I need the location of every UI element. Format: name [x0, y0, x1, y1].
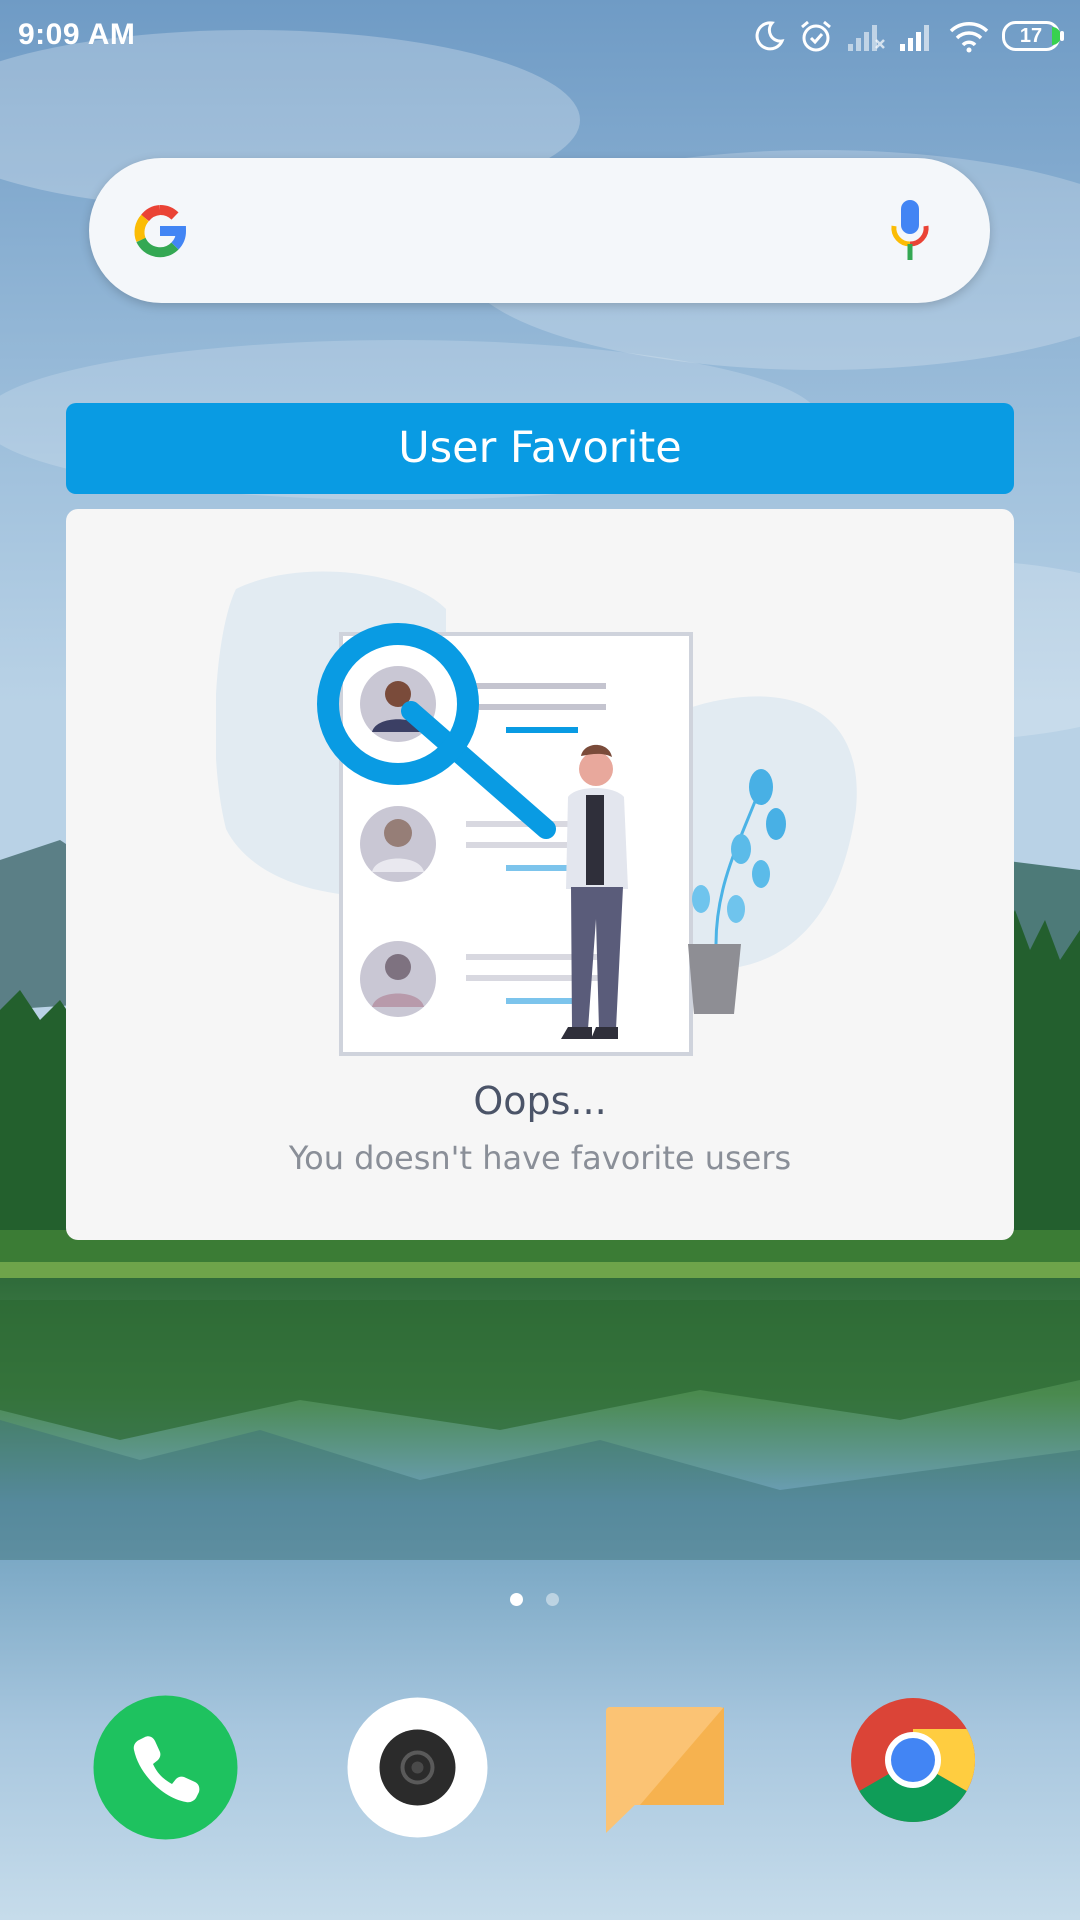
empty-state-message: You doesn't have favorite users [288, 1139, 792, 1177]
moon-icon [755, 21, 785, 51]
alarm-icon [801, 20, 831, 52]
page-dot[interactable] [546, 1593, 559, 1606]
status-bar: 9:09 AM 17 [0, 0, 1080, 72]
empty-state-title: Oops... [473, 1079, 607, 1123]
phone-icon [93, 1695, 238, 1840]
status-time: 9:09 AM [18, 18, 136, 51]
battery-icon: 17 [1002, 21, 1066, 51]
google-logo-icon [134, 205, 186, 258]
camera-icon [347, 1697, 488, 1838]
page-indicator [510, 1593, 559, 1606]
empty-state-illustration [216, 571, 857, 1056]
status-icons: 17 [752, 16, 1066, 56]
signal-off-icon [848, 25, 885, 51]
camera-app[interactable] [345, 1695, 490, 1840]
phone-app[interactable] [93, 1695, 238, 1840]
battery-level: 17 [1019, 25, 1043, 47]
wifi-icon [949, 22, 989, 53]
favorite-widget-card[interactable]: Oops... You doesn't have favorite users [66, 509, 1014, 1240]
google-search-bar[interactable] [89, 158, 990, 303]
favorite-widget-header[interactable]: User Favorite [66, 403, 1014, 494]
microphone-icon[interactable] [888, 198, 932, 264]
page-dot-active[interactable] [510, 1593, 523, 1606]
messages-app[interactable] [600, 1695, 745, 1840]
chrome-icon [851, 1698, 976, 1823]
chrome-app[interactable] [848, 1695, 993, 1840]
signal-icon [900, 25, 929, 51]
messages-icon [606, 1707, 724, 1833]
